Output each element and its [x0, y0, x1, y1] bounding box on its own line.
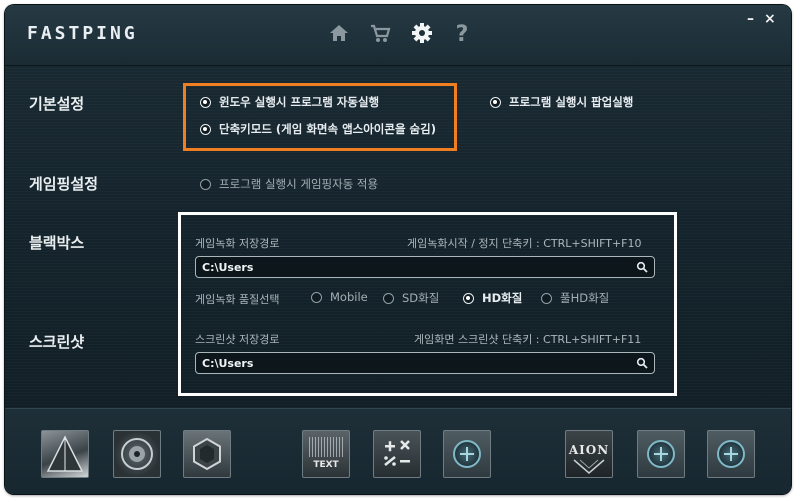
screenshot-path-input[interactable] — [202, 355, 622, 371]
help-icon[interactable]: ? — [449, 22, 475, 48]
aion-logo: AION — [568, 443, 610, 457]
hexagon-icon — [193, 437, 221, 471]
hotkey-mode-label: 단축키모드 (게임 화면속 앱스아이콘을 숨김) — [219, 122, 436, 136]
add-icon — [717, 440, 745, 468]
add-icon — [453, 440, 481, 468]
launcher-tile-text[interactable]: TEXT — [302, 430, 350, 478]
quality-radio-fullhd[interactable] — [541, 292, 552, 304]
search-icon[interactable] — [636, 357, 648, 369]
gameping-auto-option[interactable]: 프로그램 실행시 게임핑자동 적용 — [200, 176, 378, 192]
launcher-bar: TEXT AION — [5, 408, 791, 494]
quality-label-sd: SD화질 — [402, 291, 440, 305]
quality-label-fullhd: 풀HD화질 — [560, 291, 610, 305]
popup-radio[interactable] — [490, 96, 501, 108]
autostart-label: 윈도우 실행시 프로그램 자동실행 — [219, 95, 380, 109]
gameping-settings-label: 게임핑설정 — [29, 175, 99, 193]
search-icon[interactable] — [636, 261, 648, 273]
add-launcher-button-1[interactable] — [443, 430, 491, 478]
cart-icon[interactable] — [367, 22, 393, 48]
text-tile-label: TEXT — [313, 460, 339, 470]
quality-option-fullhd[interactable]: 풀HD화질 — [541, 290, 609, 306]
quality-option-sd[interactable]: SD화질 — [383, 290, 439, 306]
launcher-tile-game-3[interactable] — [183, 430, 231, 478]
gear-icon[interactable] — [409, 22, 435, 48]
quality-radio-hd[interactable] — [463, 292, 474, 304]
close-button[interactable]: × — [764, 11, 776, 27]
quality-label-mobile: Mobile — [330, 290, 368, 304]
launcher-tile-game-2[interactable] — [113, 430, 161, 478]
screenshot-path-label: 스크린샷 저장경로 — [195, 333, 280, 346]
app-window: FASTPING ? – × 기본설정 윈도우 실행시 프로그램 자동실행 프로… — [5, 5, 791, 494]
help-glyph: ? — [455, 22, 469, 47]
blackbox-path-label: 게임녹화 저장경로 — [195, 237, 280, 250]
launcher-tile-aion[interactable]: AION — [565, 430, 613, 478]
launcher-tile-game-1[interactable] — [41, 430, 89, 478]
quality-label-hd: HD화질 — [482, 291, 523, 305]
launcher-tile-calculator[interactable] — [373, 430, 421, 478]
popup-option[interactable]: 프로그램 실행시 팝업실행 — [490, 94, 633, 110]
eye-disc-icon — [121, 438, 153, 470]
quality-option-mobile[interactable]: Mobile — [311, 290, 368, 304]
hotkey-mode-radio[interactable] — [200, 123, 211, 135]
quality-radio-mobile[interactable] — [311, 291, 322, 303]
gameping-auto-radio[interactable] — [200, 178, 211, 190]
gameping-auto-label: 프로그램 실행시 게임핑자동 적용 — [219, 177, 379, 191]
minimize-button[interactable]: – — [747, 11, 754, 27]
pyramid-icon — [46, 435, 84, 472]
hotkey-mode-option[interactable]: 단축키모드 (게임 화면속 앱스아이콘을 숨김) — [200, 121, 436, 137]
add-icon — [647, 440, 675, 468]
quality-option-hd[interactable]: HD화질 — [463, 290, 522, 306]
title-bar: FASTPING ? – × — [5, 5, 791, 66]
blackbox-label: 블랙박스 — [29, 234, 85, 252]
screenshot-path-field[interactable] — [195, 352, 655, 374]
popup-label: 프로그램 실행시 팝업실행 — [509, 95, 634, 109]
basic-settings-label: 기본설정 — [29, 95, 85, 113]
blackbox-hotkey-info: 게임녹화시작 / 정지 단축키 : CTRL+SHIFT+F10 — [407, 237, 642, 250]
screenshot-label: 스크린샷 — [29, 333, 85, 351]
blackbox-path-field[interactable] — [195, 256, 655, 278]
quality-radio-sd[interactable] — [383, 292, 394, 304]
add-launcher-button-3[interactable] — [707, 430, 755, 478]
app-logo: FASTPING — [27, 23, 138, 44]
add-launcher-button-2[interactable] — [637, 430, 685, 478]
home-icon[interactable] — [326, 22, 352, 48]
calculator-icon — [384, 440, 410, 466]
quality-label: 게임녹화 품질선택 — [195, 293, 280, 306]
blackbox-path-input[interactable] — [202, 259, 622, 275]
aion-emblem-icon — [573, 459, 605, 474]
barcode-icon — [309, 437, 343, 457]
autostart-option[interactable]: 윈도우 실행시 프로그램 자동실행 — [200, 94, 379, 110]
autostart-radio[interactable] — [200, 96, 211, 108]
screenshot-hotkey-info: 게임화면 스크린샷 단축키 : CTRL+SHIFT+F11 — [414, 333, 642, 346]
